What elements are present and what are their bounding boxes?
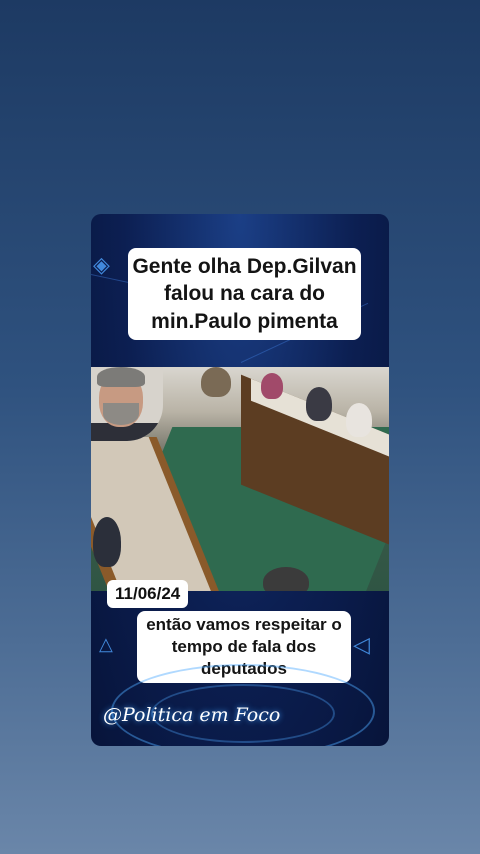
video-card[interactable]: ◈ Gente olha Dep.Gilvan falou na cara do… [91,214,389,746]
screen: { "post": { "caption_top": "Gente olha D… [0,0,480,854]
person [261,373,283,399]
triangle-icon: △ [99,634,113,654]
person [306,387,332,421]
date-badge: 11/06/24 [107,580,189,608]
caption-top: Gente olha Dep.Gilvan falou na cara do m… [128,248,361,340]
person [201,367,231,397]
watermark: @Politica em Foco [103,704,281,726]
person [346,403,372,437]
speaker-inset [91,367,163,441]
triangle-icon: ◈ [93,252,110,277]
video-frame[interactable] [91,367,389,591]
person [93,517,121,567]
play-triangle-icon: ◁ [353,632,370,657]
speaker-hair [97,367,145,387]
person [263,567,309,591]
speaker-beard [103,403,139,425]
